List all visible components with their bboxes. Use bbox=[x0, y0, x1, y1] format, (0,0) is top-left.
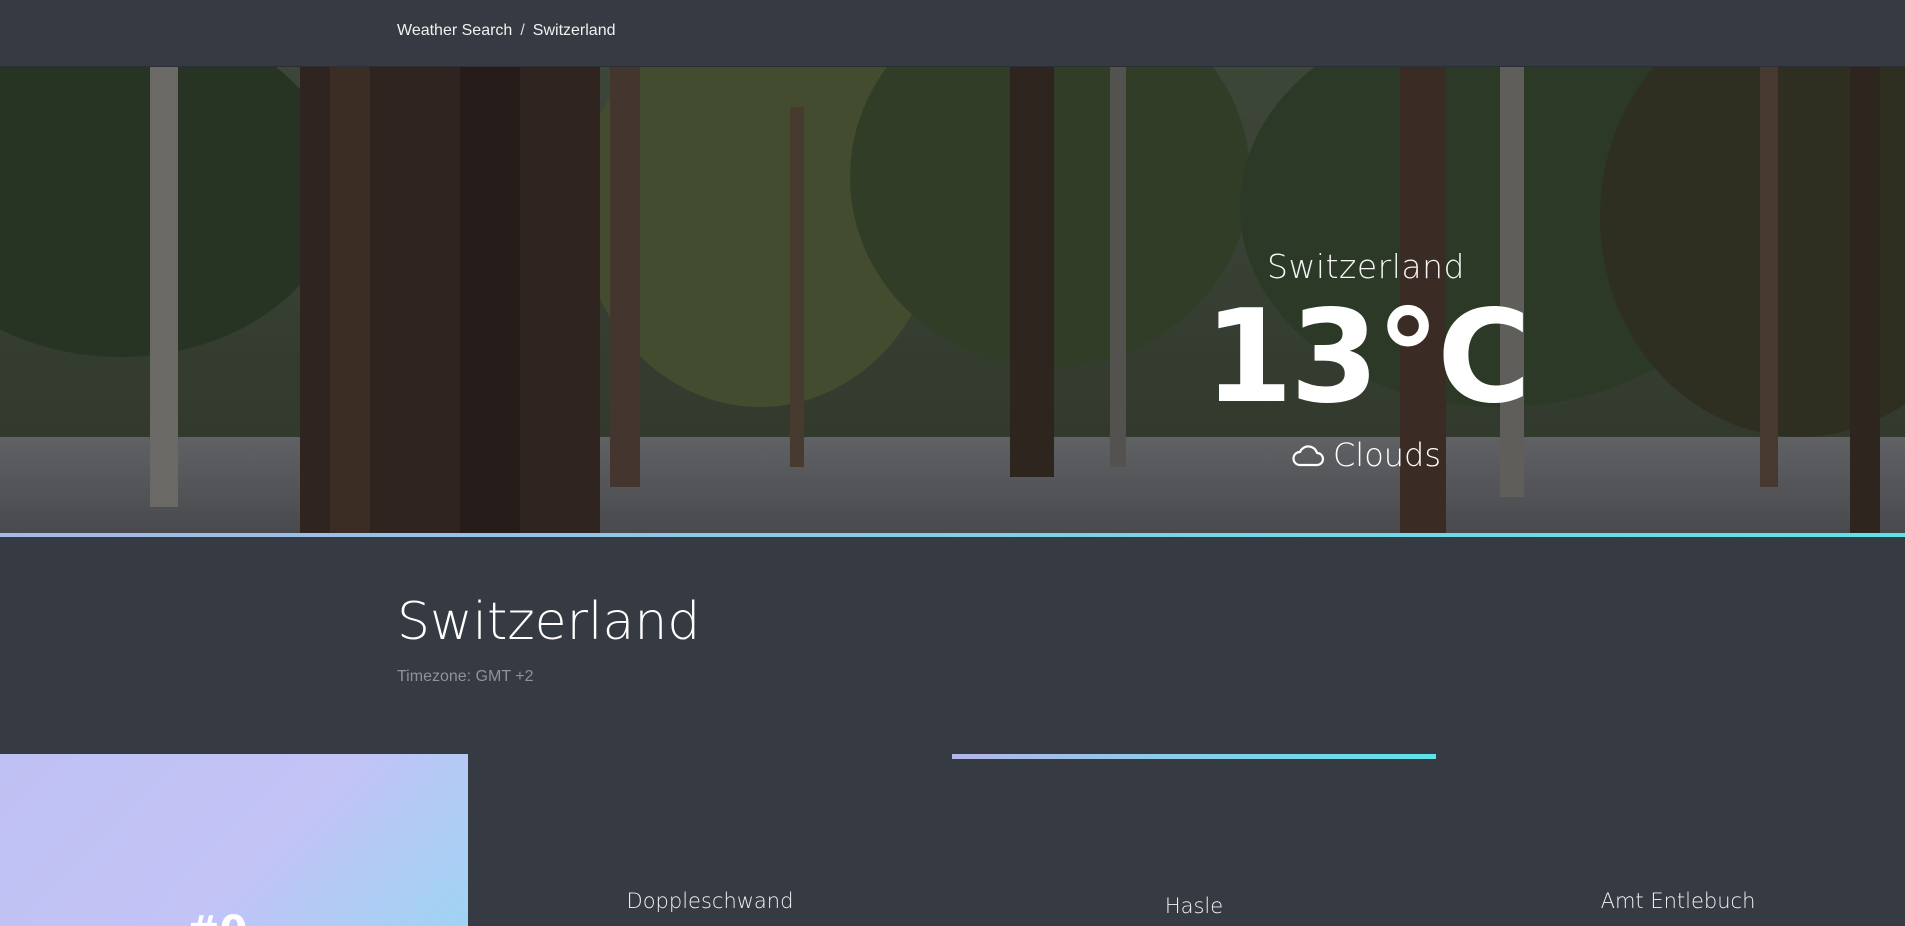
location-title: Switzerland bbox=[397, 592, 701, 652]
location-card-amt-entlebuch[interactable]: Amt Entlebuch bbox=[1436, 752, 1905, 926]
cloud-icon bbox=[1292, 445, 1325, 467]
hero-weather-summary: Switzerland 13°C Clouds bbox=[1166, 247, 1566, 474]
hero-city-name: Switzerland bbox=[1267, 247, 1465, 286]
location-card-doppleschwand[interactable]: Doppleschwand bbox=[468, 752, 952, 926]
hero-overlay bbox=[0, 67, 1905, 535]
breadcrumb: Weather Search / Switzerland bbox=[397, 22, 615, 40]
breadcrumb-separator: / bbox=[520, 22, 525, 39]
location-card-name: Hasle bbox=[1164, 894, 1224, 918]
breadcrumb-current: Switzerland bbox=[532, 22, 616, 39]
featured-card-label: #0 bbox=[186, 908, 247, 926]
location-card-name: Doppleschwand bbox=[626, 889, 794, 913]
active-card-indicator bbox=[952, 754, 1436, 759]
hero-condition-label: Clouds bbox=[1332, 436, 1442, 474]
location-card-name: Amt Entlebuch bbox=[1600, 889, 1756, 913]
hero-banner: Switzerland 13°C Clouds bbox=[0, 67, 1905, 535]
timezone-label: Timezone: GMT +2 bbox=[397, 668, 534, 685]
hero-condition: Clouds bbox=[1166, 436, 1566, 474]
nearby-locations: #0 Doppleschwand Hasle Amt Entlebuch bbox=[0, 752, 1905, 926]
featured-location-card[interactable]: #0 bbox=[0, 754, 468, 926]
hero-underline-accent bbox=[0, 533, 1905, 537]
breadcrumb-weather-search[interactable]: Weather Search bbox=[397, 22, 512, 40]
hero-temperature: 13°C bbox=[1203, 283, 1531, 432]
top-bar: Weather Search / Switzerland bbox=[0, 0, 1905, 67]
location-card-hasle[interactable]: Hasle bbox=[952, 752, 1436, 926]
